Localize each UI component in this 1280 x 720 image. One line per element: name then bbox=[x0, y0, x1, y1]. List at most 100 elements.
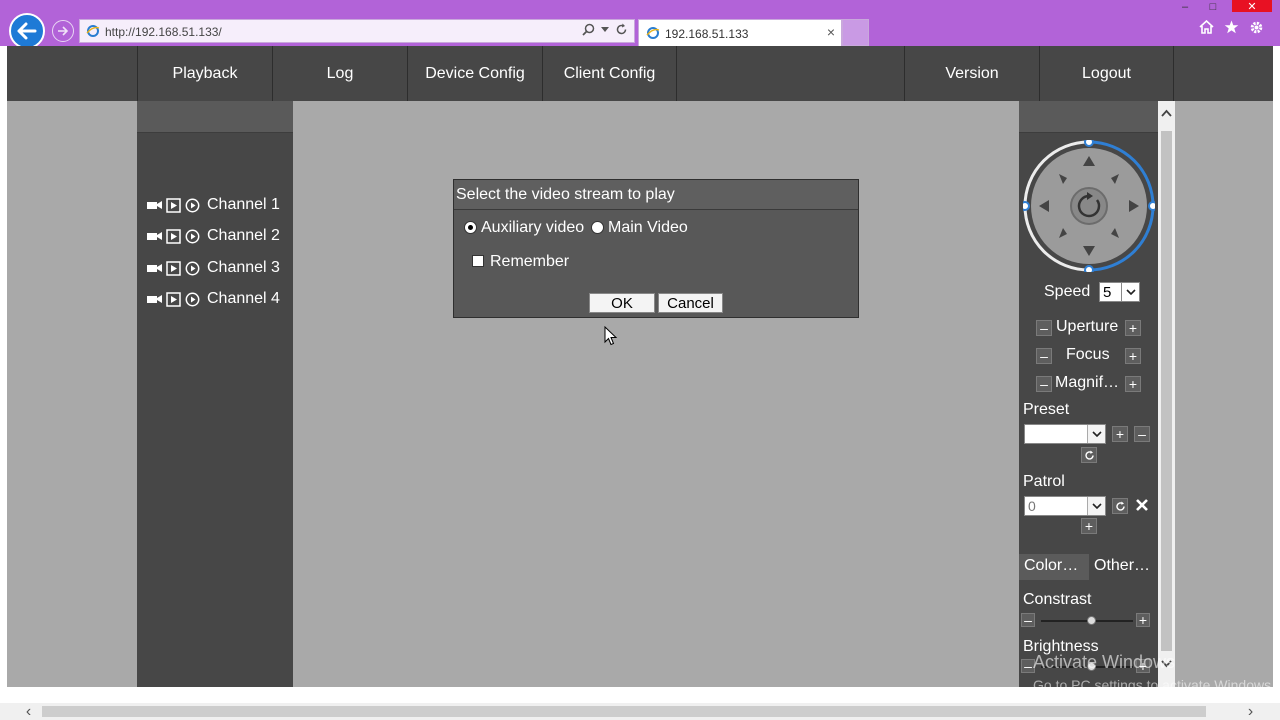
ptz-direction-wheel[interactable] bbox=[1023, 140, 1155, 272]
cancel-button[interactable]: Cancel bbox=[658, 293, 723, 313]
activation-watermark-subtitle: Go to PC settings to activate Windows. bbox=[1033, 677, 1275, 693]
channel-panel-header bbox=[137, 101, 293, 133]
browser-chrome: http://192.168.51.133/ 192.168.51.133 × … bbox=[0, 0, 1280, 49]
auxiliary-video-radio[interactable] bbox=[464, 221, 477, 234]
nav-logout[interactable]: Logout bbox=[1039, 46, 1174, 101]
patrol-add-button[interactable]: + bbox=[1081, 518, 1097, 534]
horizontal-scrollbar-thumb[interactable] bbox=[42, 706, 1206, 717]
focus-plus-button[interactable]: + bbox=[1125, 348, 1141, 364]
image-settings-tabs: Color… Other… bbox=[1019, 554, 1158, 580]
home-icon[interactable] bbox=[1199, 20, 1214, 34]
uperture-plus-button[interactable]: + bbox=[1125, 320, 1141, 336]
refresh-icon[interactable] bbox=[615, 23, 628, 36]
forward-button[interactable] bbox=[52, 20, 74, 42]
scrollbar-thumb[interactable] bbox=[1161, 131, 1172, 651]
preset-refresh-button[interactable] bbox=[1081, 447, 1097, 463]
camera-icon[interactable] bbox=[147, 263, 162, 273]
patrol-delete-button[interactable] bbox=[1135, 498, 1149, 517]
uperture-label: Uperture bbox=[1056, 318, 1119, 335]
refresh-icon bbox=[1115, 501, 1125, 511]
close-icon bbox=[1136, 499, 1148, 511]
dialog-title: Select the video stream to play bbox=[454, 180, 858, 210]
ok-button[interactable]: OK bbox=[589, 293, 655, 313]
channel-item-1[interactable]: Channel 1 bbox=[147, 194, 280, 216]
patrol-refresh-button[interactable] bbox=[1112, 498, 1128, 514]
nav-version[interactable]: Version bbox=[904, 46, 1039, 101]
patrol-label: Patrol bbox=[1023, 473, 1065, 490]
stream-select-dialog: Select the video stream to play Auxiliar… bbox=[453, 179, 859, 318]
record-play-icon[interactable] bbox=[166, 260, 181, 276]
main-video-radio[interactable] bbox=[591, 221, 604, 234]
contrast-slider-thumb[interactable] bbox=[1086, 616, 1096, 625]
channel-item-2[interactable]: Channel 2 bbox=[147, 225, 280, 247]
favorites-star-icon[interactable] bbox=[1224, 20, 1239, 34]
ptz-scrollbar[interactable] bbox=[1158, 101, 1175, 687]
channel-item-4[interactable]: Channel 4 bbox=[147, 288, 280, 310]
magnify-minus-button[interactable]: – bbox=[1036, 376, 1052, 392]
camera-icon[interactable] bbox=[147, 231, 162, 241]
chevron-up-icon[interactable] bbox=[1161, 109, 1172, 117]
remember-checkbox[interactable] bbox=[472, 255, 484, 267]
ptz-panel: Speed 5 – Uperture + – Focus + – Magnif…… bbox=[1019, 101, 1158, 687]
play-circle-icon[interactable] bbox=[185, 198, 200, 213]
url-text: http://192.168.51.133/ bbox=[105, 25, 222, 39]
nav-device-config[interactable]: Device Config bbox=[407, 46, 542, 101]
minimize-button[interactable]: – bbox=[1178, 0, 1192, 14]
channel-item-3[interactable]: Channel 3 bbox=[147, 257, 280, 279]
ptz-panel-header bbox=[1019, 101, 1158, 133]
patrol-select[interactable] bbox=[1024, 496, 1106, 516]
tab-close-icon[interactable]: × bbox=[827, 24, 835, 40]
scroll-left-icon[interactable]: ‹ bbox=[20, 703, 37, 720]
gear-icon[interactable] bbox=[1249, 20, 1264, 35]
forward-icon bbox=[58, 26, 69, 36]
nav-client-config[interactable]: Client Config bbox=[542, 46, 677, 101]
search-icon[interactable] bbox=[582, 23, 595, 36]
tab-other[interactable]: Other… bbox=[1089, 554, 1155, 580]
browser-tab[interactable]: 192.168.51.133 × bbox=[638, 19, 842, 46]
address-bar[interactable]: http://192.168.51.133/ bbox=[79, 19, 635, 43]
focus-label: Focus bbox=[1066, 346, 1110, 363]
new-tab-button[interactable] bbox=[842, 19, 869, 46]
tab-title: 192.168.51.133 bbox=[665, 27, 749, 41]
play-circle-icon[interactable] bbox=[185, 261, 200, 276]
window-close-button[interactable]: ✕ bbox=[1232, 0, 1272, 13]
horizontal-scrollbar[interactable]: ‹ › bbox=[0, 703, 1280, 720]
contrast-slider[interactable] bbox=[1041, 616, 1133, 625]
channel-label: Channel 1 bbox=[207, 196, 280, 213]
dropdown-icon[interactable] bbox=[601, 26, 609, 33]
record-play-icon[interactable] bbox=[166, 197, 181, 213]
record-play-icon[interactable] bbox=[166, 291, 181, 307]
maximize-button[interactable]: □ bbox=[1204, 0, 1222, 14]
nav-log[interactable]: Log bbox=[272, 46, 407, 101]
chevron-down-icon[interactable] bbox=[1087, 497, 1105, 515]
chevron-down-icon[interactable] bbox=[1121, 283, 1139, 301]
record-play-icon[interactable] bbox=[166, 228, 181, 244]
top-navigation: Playback Log Device Config Client Config… bbox=[7, 46, 1273, 101]
contrast-plus-button[interactable]: + bbox=[1136, 613, 1150, 627]
speed-select[interactable]: 5 bbox=[1099, 282, 1140, 302]
play-circle-icon[interactable] bbox=[185, 229, 200, 244]
preset-remove-button[interactable]: – bbox=[1134, 426, 1150, 442]
channel-panel: Channel 1 Channel 2 Channel 3 Channel 4 bbox=[137, 101, 293, 687]
channel-label: Channel 3 bbox=[207, 259, 280, 276]
uperture-minus-button[interactable]: – bbox=[1036, 320, 1052, 336]
play-circle-icon[interactable] bbox=[185, 292, 200, 307]
contrast-minus-button[interactable]: – bbox=[1021, 613, 1035, 627]
magnify-plus-button[interactable]: + bbox=[1125, 376, 1141, 392]
nav-playback[interactable]: Playback bbox=[137, 46, 272, 101]
back-button[interactable] bbox=[9, 13, 45, 49]
chevron-down-icon[interactable] bbox=[1087, 425, 1105, 443]
camera-icon[interactable] bbox=[147, 200, 162, 210]
page-viewport: Playback Log Device Config Client Config… bbox=[0, 46, 1280, 720]
preset-select[interactable] bbox=[1024, 424, 1106, 444]
camera-icon[interactable] bbox=[147, 294, 162, 304]
tab-color[interactable]: Color… bbox=[1019, 554, 1089, 580]
refresh-icon bbox=[1084, 450, 1094, 460]
remember-label: Remember bbox=[490, 253, 570, 270]
focus-minus-button[interactable]: – bbox=[1036, 348, 1052, 364]
preset-add-button[interactable]: + bbox=[1112, 426, 1128, 442]
ie-logo-icon bbox=[86, 25, 100, 37]
patrol-input[interactable] bbox=[1025, 497, 1085, 515]
scroll-right-icon[interactable]: › bbox=[1242, 703, 1259, 720]
mouse-cursor-icon bbox=[604, 326, 618, 346]
